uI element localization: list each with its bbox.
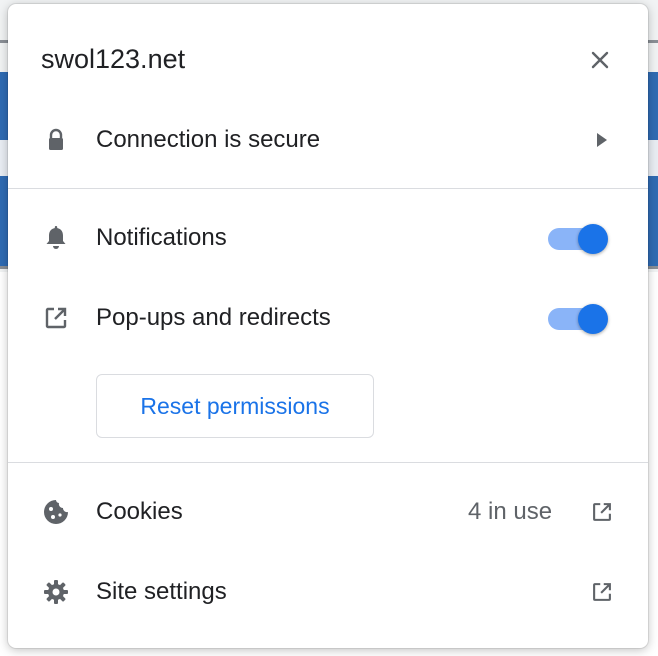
cookie-icon <box>44 500 68 524</box>
popups-label: Pop-ups and redirects <box>96 304 331 331</box>
toggle-thumb <box>578 304 608 334</box>
close-button[interactable] <box>584 44 616 76</box>
cookies-row[interactable]: Cookies 4 in use <box>8 472 648 552</box>
site-settings-row[interactable]: Site settings <box>8 552 648 632</box>
permission-row-notifications: Notifications <box>8 198 648 278</box>
site-settings-label: Site settings <box>96 578 227 605</box>
site-title: swol123.net <box>41 44 186 74</box>
connection-row[interactable]: Connection is secure <box>8 100 648 180</box>
open-in-new-icon[interactable] <box>588 578 616 606</box>
popups-toggle[interactable] <box>548 302 610 334</box>
bell-icon <box>46 226 66 249</box>
divider <box>8 462 648 463</box>
close-icon <box>591 51 609 69</box>
toggle-thumb <box>578 224 608 254</box>
open-in-new-icon[interactable] <box>588 498 616 526</box>
connection-label: Connection is secure <box>96 126 321 153</box>
reset-permissions-button[interactable]: Reset permissions <box>96 374 374 438</box>
lock-icon <box>49 128 63 150</box>
divider <box>8 188 648 189</box>
triangle-right-icon <box>597 133 607 147</box>
cookies-label: Cookies <box>96 498 183 525</box>
permission-row-popups: Pop-ups and redirects <box>8 278 648 358</box>
open-in-new-icon <box>45 307 67 329</box>
page-info-popup: swol123.net Connection is secure Notific… <box>8 4 648 648</box>
cookies-count: 4 in use <box>468 498 553 525</box>
notifications-toggle[interactable] <box>548 222 610 254</box>
gear-icon <box>44 580 68 604</box>
notifications-label: Notifications <box>96 224 227 251</box>
